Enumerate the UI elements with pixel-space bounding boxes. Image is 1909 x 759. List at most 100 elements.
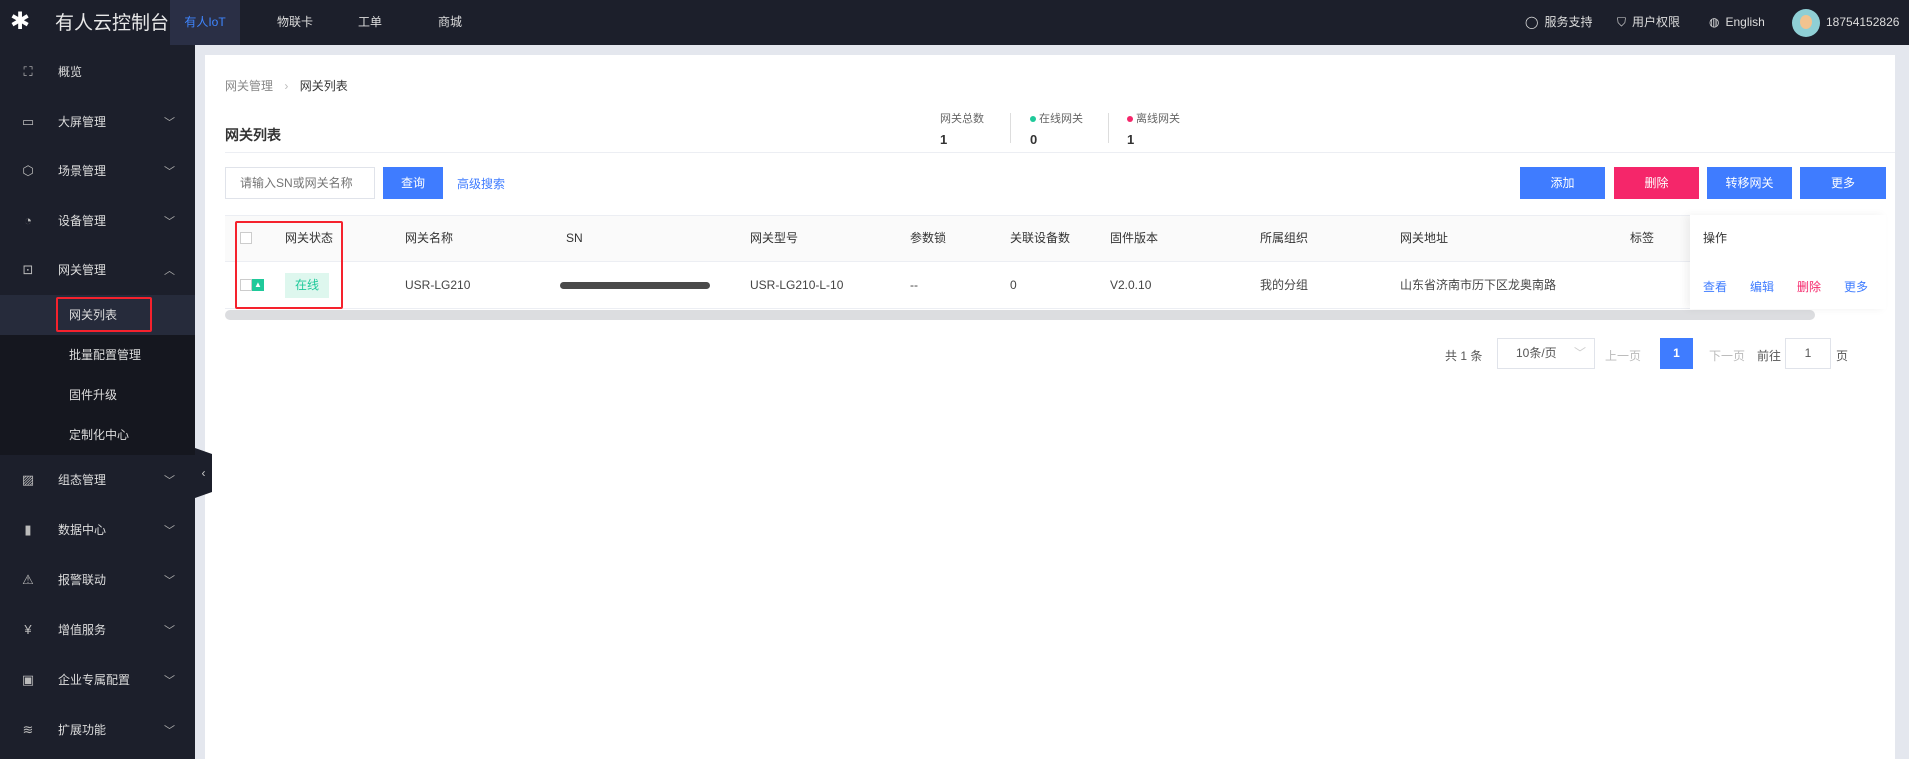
divider [1108,113,1109,143]
col-param-lock: 参数锁 [910,231,947,245]
cell-model: USR-LG210-L-10 [750,278,844,292]
chevron-down-icon: ﹀ [164,165,175,178]
sidebar-item-overview[interactable]: ⛶ 概览 [0,47,195,96]
sidebar-item-enterprise[interactable]: ▣ 企业专属配置 ﹀ [0,655,195,704]
page-title: 网关列表 [225,127,281,143]
transfer-gateway-button[interactable]: 转移网关 [1707,167,1792,199]
sidebar-item-label: 组态管理 [58,473,107,487]
sidebar-sub-firmware[interactable]: 固件升级 [0,375,195,415]
cell-org: 我的分组 [1260,278,1309,292]
sidebar-item-label: 场景管理 [58,164,107,178]
support-label: 服务支持 [1544,15,1593,29]
sidebar-sub-batch-config[interactable]: 批量配置管理 [0,335,195,375]
top-bar: ✱ 有人云控制台 有人IoT 物联卡 工单 商城 ◯ 服务支持 ⛉ 用户权限 ◍ En… [0,0,1909,45]
sidebar-item-device[interactable]: ◔ 设备管理 ﹀ [0,196,195,245]
breadcrumb-current: 网关列表 [299,79,348,93]
chevron-down-icon: ﹀ [164,674,175,687]
code-monitor-icon: ▣ [21,671,35,687]
stat-value: 1 [940,132,948,147]
sidebar-item-screen[interactable]: ▭ 大屏管理 ﹀ [0,97,195,146]
sidebar-item-label: 数据中心 [58,523,107,537]
app-title: 有人云控制台 [55,13,170,34]
col-address: 网关地址 [1400,231,1449,245]
chevron-down-icon: ﹀ [164,624,175,637]
stat-label: 在线网关 [1039,113,1083,125]
tab-ticket[interactable]: 工单 [340,0,400,45]
sidebar-item-value-added[interactable]: ¥ 增值服务 ﹀ [0,605,195,654]
page-suffix: 页 [1836,349,1849,363]
cell-firmware: V2.0.10 [1110,278,1152,292]
permissions-link[interactable]: ⛉ 用户权限 [1617,0,1680,45]
sidebar-item-config[interactable]: ▨ 组态管理 ﹀ [0,455,195,504]
page-size-select[interactable]: 10条/页 ﹀ [1497,338,1595,369]
next-page-button[interactable]: 下一页 [1709,347,1745,364]
stat-offline: 离线网关 1 [1127,110,1180,147]
user-menu[interactable]: 18754152826 [1792,0,1899,45]
sidebar-item-label: 报警联动 [58,573,107,587]
chevron-right-icon: › [284,79,289,93]
language-label: English [1725,15,1765,29]
col-ops: 操作 [1703,231,1728,245]
tab-sim-card[interactable]: 物联卡 [260,0,330,45]
chevron-down-icon: ﹀ [164,474,175,487]
tab-iot[interactable]: 有人IoT [170,0,240,45]
sidebar-item-label: 大屏管理 [58,115,107,129]
advanced-search-link[interactable]: 高级搜索 [457,175,505,192]
sidebar-item-extensions[interactable]: ≋ 扩展功能 ﹀ [0,705,195,754]
overview-icon: ⛶ [23,63,33,79]
more-button[interactable]: 更多 [1800,167,1886,199]
globe-icon: ◍ [1709,15,1720,29]
view-link[interactable]: 查看 [1703,264,1727,310]
breadcrumb-parent[interactable]: 网关管理 [225,79,273,93]
edit-link[interactable]: 编辑 [1750,264,1774,310]
sidebar-item-scene[interactable]: ⬡ 场景管理 ﹀ [0,146,195,195]
page-1-button[interactable]: 1 [1660,338,1693,369]
search-input[interactable] [225,167,375,199]
pie-icon: ◔ [24,212,32,228]
sidebar-item-gateway[interactable]: ⊡ 网关管理 ︿ [0,245,195,294]
prev-page-button[interactable]: 上一页 [1605,347,1641,364]
stat-value: 0 [1030,132,1038,147]
username: 18754152826 [1826,15,1900,29]
delete-button[interactable]: 删除 [1614,167,1699,199]
sidebar-item-label: 扩展功能 [58,723,107,737]
stat-online: 在线网关 0 [1030,110,1083,147]
cell-name: USR-LG210 [405,278,471,292]
chevron-down-icon: ﹀ [164,724,175,737]
query-button[interactable]: 查询 [383,167,443,199]
image-icon: ▨ [21,471,35,487]
cell-device-count: 0 [1010,278,1017,292]
col-name: 网关名称 [405,231,454,245]
add-button[interactable]: 添加 [1520,167,1605,199]
stat-value: 1 [1127,132,1135,147]
goto-page-input[interactable]: 1 [1785,338,1831,369]
cube-icon: ⬡ [22,162,34,178]
page-scrollbar[interactable] [1900,55,1909,759]
stat-label: 网关总数 [940,113,984,125]
layers-icon: ≋ [22,721,34,737]
col-org: 所属组织 [1260,231,1309,245]
sidebar-collapse-handle[interactable]: ‹ [195,448,212,498]
highlight-box [235,221,343,309]
sidebar-item-label: 设备管理 [58,214,107,228]
sidebar-sub-custom-center[interactable]: 定制化中心 [0,415,195,455]
gateway-icon: ⊡ [22,261,34,277]
chevron-up-icon: ︿ [164,264,175,277]
sidebar-item-alarm[interactable]: ⚠ 报警联动 ﹀ [0,555,195,604]
more-link[interactable]: 更多 [1844,264,1868,310]
language-switch[interactable]: ◍ English [1709,0,1765,45]
divider [1010,113,1011,143]
delete-link[interactable]: 删除 [1797,264,1821,310]
chevron-left-icon: ‹ [201,466,206,480]
col-firmware: 固件版本 [1110,231,1159,245]
sidebar-item-data[interactable]: ▮ 数据中心 ﹀ [0,505,195,554]
col-tag: 标签 [1630,231,1655,245]
sidebar: ⛶ 概览 ▭ 大屏管理 ﹀ ⬡ 场景管理 ﹀ ◔ 设备管理 ﹀ ⊡ 网关管理 ︿ 网关列表 批量配… [0,45,195,759]
sidebar-item-label: 增值服务 [58,623,107,637]
horizontal-scrollbar[interactable] [225,310,1815,320]
support-link[interactable]: ◯ 服务支持 [1525,0,1592,45]
avatar [1792,8,1820,37]
stat-total: 网关总数 1 [940,110,984,147]
tab-mall[interactable]: 商城 [420,0,480,45]
cell-address: 山东省济南市历下区龙奥南路 [1400,278,1557,292]
